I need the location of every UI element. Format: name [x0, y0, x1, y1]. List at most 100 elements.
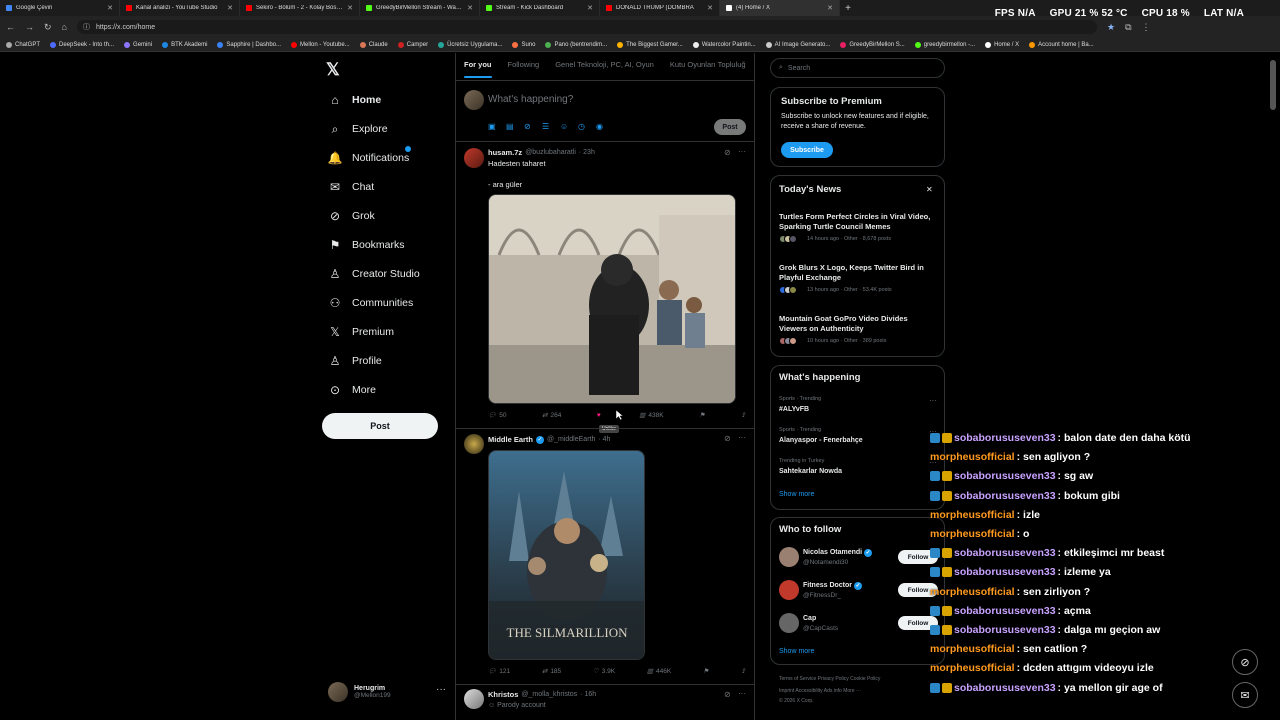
bookmark-item[interactable]: Mellon - Youtube...: [291, 41, 350, 48]
tweet-author-name[interactable]: Khristos: [488, 690, 518, 699]
bookmark-button[interactable]: ⚑: [699, 411, 705, 419]
back-icon[interactable]: ←: [6, 22, 15, 32]
tweet-avatar[interactable]: [464, 434, 484, 454]
account-switcher[interactable]: Herugrim @Mellon199: [328, 682, 391, 702]
post-button[interactable]: Post: [322, 413, 438, 439]
sidebar-item-chat[interactable]: ✉ Chat: [328, 178, 374, 196]
schedule-icon[interactable]: ◷: [578, 122, 585, 131]
like-button[interactable]: ♡ 3.9K: [593, 667, 615, 676]
sidebar-item-communities[interactable]: ⚇ Communities: [328, 294, 414, 312]
account-more-icon[interactable]: ···: [436, 684, 446, 695]
tweet-author-name[interactable]: Middle Earth: [488, 435, 533, 444]
bookmark-item[interactable]: The Biggest Gamer...: [617, 41, 683, 48]
bookmark-item[interactable]: GreedyBirMellon S...: [840, 41, 905, 48]
new-tab-icon[interactable]: +: [840, 3, 856, 14]
share-button[interactable]: ⇪: [741, 411, 746, 419]
trend-topic[interactable]: Alanyaspor - Fenerbahçe: [779, 436, 863, 446]
sidebar-item-home[interactable]: ⌂ Home: [328, 91, 381, 109]
tweet-time[interactable]: · 4h: [598, 436, 610, 443]
url-field[interactable]: ⓘ https://x.com/home: [76, 20, 1097, 34]
sidebar-item-premium[interactable]: 𝕏 Premium: [328, 323, 394, 341]
chat-username[interactable]: morpheusofficial: [930, 509, 1015, 521]
bookmark-item[interactable]: Sapphire | Dashbo...: [217, 41, 281, 48]
bookmark-item[interactable]: Account home | Ba...: [1029, 41, 1094, 48]
tab-close-icon[interactable]: ✕: [107, 4, 113, 12]
footer-links[interactable]: Terms of Service Privacy Policy Cookie P…: [779, 676, 880, 682]
trend-more-icon[interactable]: ···: [929, 396, 937, 405]
sidebar-item-notifications[interactable]: 🔔 Notifications: [328, 146, 412, 167]
news-headline[interactable]: Grok Blurs X Logo, Keeps Twitter Bird in…: [779, 263, 937, 283]
page-scrollbar[interactable]: [1270, 60, 1276, 110]
browser-tab[interactable]: (4) Home / X ✕: [720, 0, 840, 16]
bookmark-item[interactable]: greedybirmellon -...: [914, 41, 975, 48]
browser-tab[interactable]: Kanal analizi - YouTube Studio ✕: [120, 0, 240, 16]
sidebar-item-profile[interactable]: ♙ Profile: [328, 352, 382, 370]
news-headline[interactable]: Mountain Goat GoPro Video Divides Viewer…: [779, 314, 937, 334]
browser-tab[interactable]: Stream - Kick Dashboard ✕: [480, 0, 600, 16]
bookmark-item[interactable]: Watercolor Paintin...: [692, 41, 756, 48]
bookmark-item[interactable]: Camper: [397, 41, 428, 48]
tweet-author-handle[interactable]: @_middleEarth: [547, 436, 595, 443]
grok-tweet-icon[interactable]: ⊘: [724, 690, 731, 699]
chat-username[interactable]: morpheusofficial: [930, 643, 1015, 655]
compose-input[interactable]: What's happening?: [488, 94, 573, 105]
reply-button[interactable]: 💬︎ 121: [488, 667, 510, 676]
chat-username[interactable]: sobaborususeven33: [954, 682, 1056, 694]
tab-close-icon[interactable]: ✕: [707, 4, 713, 12]
chat-username[interactable]: morpheusofficial: [930, 586, 1015, 598]
tab-genel-teknoloji[interactable]: Genel Teknoloji, PC, AI, Oyun: [555, 60, 654, 69]
gif-icon[interactable]: ▤: [506, 122, 514, 131]
site-info-icon[interactable]: ⓘ: [83, 22, 90, 32]
chat-username[interactable]: morpheusofficial: [930, 662, 1015, 674]
reply-button[interactable]: 💬︎ 50: [488, 411, 507, 420]
extensions-icon[interactable]: ⧉: [1125, 22, 1131, 33]
bookmark-item[interactable]: Ücretsiz Uygulama...: [438, 41, 502, 48]
search-input[interactable]: ⌕ Search: [770, 58, 945, 78]
tab-kutu-oyunlari[interactable]: Kutu Oyunları Topluluğ: [670, 60, 746, 69]
tweet-author-handle[interactable]: @_molla_khristos: [521, 691, 577, 698]
repost-button[interactable]: ⇄ 264: [542, 411, 561, 420]
home-browser-icon[interactable]: ⌂: [62, 22, 67, 32]
tab-close-icon[interactable]: ✕: [347, 4, 353, 12]
x-logo-icon[interactable]: 𝕏: [326, 60, 340, 80]
follow-name[interactable]: Nicolas Otamendi ✓: [803, 548, 873, 558]
bookmark-item[interactable]: Suno: [512, 41, 535, 48]
close-icon[interactable]: ✕: [926, 185, 933, 194]
bookmark-item[interactable]: AI Image Generato...: [765, 41, 830, 48]
tweet-more-icon[interactable]: ···: [738, 433, 746, 442]
chat-username[interactable]: sobaborususeven33: [954, 566, 1056, 578]
like-button[interactable]: ♥: [597, 412, 604, 419]
tab-following[interactable]: Following: [508, 60, 540, 69]
tweet-author-handle[interactable]: @buzlubaharatli: [525, 149, 576, 156]
browser-tab[interactable]: GreedyBirMellon Stream - Watch Li ✕: [360, 0, 480, 16]
browser-tab[interactable]: Google Çeviri ✕: [0, 0, 120, 16]
footer-links-2[interactable]: Imprint Accessibility Ads info More ···: [779, 688, 861, 694]
tweet-author-name[interactable]: husam.7z: [488, 148, 522, 157]
avatar[interactable]: [779, 580, 799, 600]
media-icon[interactable]: ▣: [488, 122, 496, 131]
follow-name[interactable]: Cap: [803, 614, 816, 624]
bookmark-item[interactable]: Claude: [359, 41, 388, 48]
views-button[interactable]: ▥ 446K: [647, 667, 671, 676]
browser-tab[interactable]: Sekiro - Bölüm - 2 - Kolay Boss ?! ✕: [240, 0, 360, 16]
grok-fab-icon[interactable]: ⊘: [1232, 649, 1258, 675]
tab-close-icon[interactable]: ✕: [467, 4, 473, 12]
location-icon[interactable]: ◉: [596, 122, 603, 131]
reload-icon[interactable]: ↻: [44, 22, 52, 33]
tab-for-you[interactable]: For you: [464, 60, 492, 69]
chat-username[interactable]: morpheusofficial: [930, 451, 1015, 463]
follow-name[interactable]: Fitness Doctor ✓: [803, 581, 862, 591]
bookmark-item[interactable]: BTK Akademi: [162, 41, 207, 48]
forward-icon[interactable]: →: [25, 22, 34, 32]
bookmark-button[interactable]: ⚑: [703, 667, 709, 675]
sidebar-item-creator-studio[interactable]: ♙ Creator Studio: [328, 265, 420, 283]
bookmark-item[interactable]: Gemini: [124, 41, 152, 48]
grok-compose-icon[interactable]: ⊘: [524, 122, 531, 131]
sidebar-item-grok[interactable]: ⊘ Grok: [328, 207, 375, 225]
compose-post-button[interactable]: Post: [714, 119, 746, 135]
trend-topic[interactable]: Sahtekarlar Nowda: [779, 467, 842, 477]
tweet-more-icon[interactable]: ···: [738, 147, 746, 156]
subscribe-button[interactable]: Subscribe: [781, 142, 833, 158]
tweet-image-poster[interactable]: THE SILMARILLION: [488, 450, 645, 660]
grok-tweet-icon[interactable]: ⊘: [724, 434, 731, 443]
